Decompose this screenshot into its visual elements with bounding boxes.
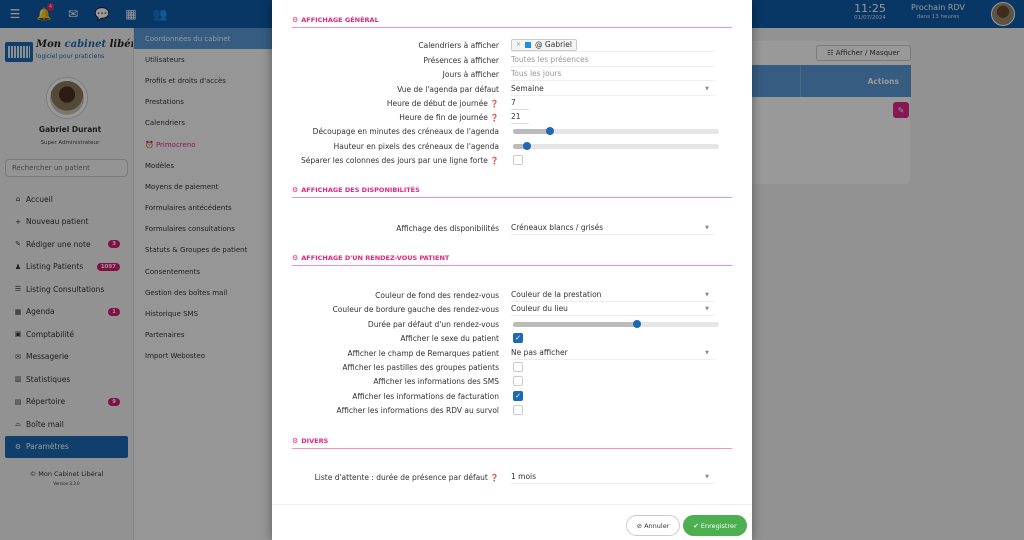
sms-checkbox[interactable]: [513, 376, 523, 386]
chevron-down-icon: ▼: [705, 349, 709, 356]
gears-icon: ⚙: [292, 253, 299, 262]
sex-label: Afficher le sexe du patient: [400, 333, 499, 343]
row-sex: Afficher le sexe du patient ✓: [272, 331, 752, 345]
end-hour-label: Heure de fin de journée ❓: [399, 112, 499, 122]
duration-label: Durée par défaut d'un rendez-vous: [367, 319, 499, 329]
calendars-select[interactable]: × @ Gabriel: [511, 38, 715, 52]
row-billing: Afficher les informations de facturation…: [272, 389, 752, 403]
calendar-color-swatch: [525, 41, 532, 48]
bg-color-select[interactable]: Couleur de la prestation ▼: [511, 288, 715, 302]
gears-icon: ⚙: [292, 15, 299, 24]
row-hover: Afficher les informations des RDV au sur…: [272, 403, 752, 417]
row-slot-height: Hauteur en pixels des créneaux de l'agen…: [272, 139, 752, 153]
row-duration: Durée par défaut d'un rendez-vous: [272, 317, 752, 331]
remove-tag-icon[interactable]: ×: [516, 41, 521, 48]
row-end-hour: Heure de fin de journée ❓ 21: [272, 110, 752, 124]
slot-height-label: Hauteur en pixels des créneaux de l'agen…: [333, 141, 499, 151]
agenda-settings-modal: ⚙ AFFICHAGE GÉNÉRAL Calendriers à affiche…: [272, 0, 752, 540]
billing-checkbox[interactable]: ✓: [513, 391, 523, 401]
chevron-down-icon: ▼: [705, 291, 709, 298]
sex-checkbox[interactable]: ✓: [513, 333, 523, 343]
section-dispo: ⚙ AFFICHAGE DES DISPONIBILITÉS: [292, 182, 732, 198]
row-days: Jours à afficher Tous les jours: [272, 67, 752, 81]
dispo-select[interactable]: Créneaux blancs / grisés ▼: [511, 221, 715, 235]
remarks-select[interactable]: Ne pas afficher ▼: [511, 346, 715, 360]
bg-color-label: Couleur de fond des rendez-vous: [375, 290, 499, 300]
border-color-select[interactable]: Couleur du lieu ▼: [511, 302, 715, 316]
days-select[interactable]: Tous les jours: [511, 67, 715, 81]
row-separate: Séparer les colonnes des jours par une l…: [272, 153, 752, 167]
waitlist-label: Liste d'attente : durée de présence par …: [314, 472, 499, 482]
section-rdv: ⚙ AFFICHAGE D'UN RENDEZ-VOUS PATIENT: [292, 250, 732, 266]
groups-label: Afficher les pastilles des groupes patie…: [342, 362, 499, 372]
sms-label: Afficher les informations des SMS: [373, 376, 499, 386]
hover-label: Afficher les informations des RDV au sur…: [336, 405, 499, 415]
row-slot-minutes: Découpage en minutes des créneaux de l'a…: [272, 124, 752, 138]
help-icon[interactable]: ❓: [490, 157, 499, 165]
groups-checkbox[interactable]: [513, 362, 523, 372]
slot-minutes-label: Découpage en minutes des créneaux de l'a…: [312, 126, 499, 136]
row-bg-color: Couleur de fond des rendez-vous Couleur …: [272, 288, 752, 302]
calendar-tag: × @ Gabriel: [511, 38, 577, 51]
row-dispo: Affichage des disponibilités Créneaux bl…: [272, 221, 752, 235]
calendars-label: Calendriers à afficher: [418, 40, 499, 50]
slot-height-slider[interactable]: [513, 141, 719, 150]
border-color-label: Couleur de bordure gauche des rendez-vou…: [332, 304, 499, 314]
hover-checkbox[interactable]: [513, 405, 523, 415]
row-presences: Présences à afficher Toutes les présence…: [272, 53, 752, 67]
row-border-color: Couleur de bordure gauche des rendez-vou…: [272, 302, 752, 316]
save-button[interactable]: ✔ Enregistrer: [683, 515, 747, 536]
cancel-button[interactable]: ⊘ Annuler: [626, 515, 680, 536]
row-calendars: Calendriers à afficher × @ Gabriel: [272, 38, 752, 52]
days-label: Jours à afficher: [442, 69, 499, 79]
dispo-label: Affichage des disponibilités: [396, 223, 499, 233]
slider-thumb[interactable]: [546, 126, 555, 135]
presences-select[interactable]: Toutes les présences: [511, 53, 715, 67]
gears-icon: ⚙: [292, 436, 299, 445]
help-icon[interactable]: ❓: [490, 114, 499, 122]
gears-icon: ⚙: [292, 185, 299, 194]
section-general: ⚙ AFFICHAGE GÉNÉRAL: [292, 12, 732, 28]
billing-label: Afficher les informations de facturation: [352, 391, 499, 401]
row-start-hour: Heure de début de journée ❓ 7: [272, 96, 752, 110]
presences-label: Présences à afficher: [423, 55, 499, 65]
remarks-label: Afficher le champ de Remarques patient: [347, 348, 499, 358]
end-hour-input[interactable]: 21: [511, 110, 529, 124]
separate-label: Séparer les colonnes des jours par une l…: [301, 155, 499, 165]
section-divers: ⚙ DIVERS: [292, 433, 732, 449]
row-view: Vue de l'agenda par défaut Semaine ▼: [272, 82, 752, 96]
waitlist-select[interactable]: 1 mois ▼: [511, 470, 715, 484]
help-icon[interactable]: ❓: [490, 474, 499, 482]
slot-minutes-slider[interactable]: [513, 126, 719, 135]
row-remarks: Afficher le champ de Remarques patient N…: [272, 346, 752, 360]
duration-slider[interactable]: [513, 319, 719, 328]
row-sms: Afficher les informations des SMS: [272, 374, 752, 388]
help-icon[interactable]: ❓: [490, 100, 499, 108]
view-label: Vue de l'agenda par défaut: [397, 84, 499, 94]
chevron-down-icon: ▼: [705, 305, 709, 312]
chevron-down-icon: ▼: [705, 224, 709, 231]
modal-footer: ⊘ Annuler ✔ Enregistrer: [272, 504, 752, 540]
slider-thumb[interactable]: [632, 319, 641, 328]
start-hour-label: Heure de début de journée ❓: [386, 98, 499, 108]
start-hour-input[interactable]: 7: [511, 96, 529, 110]
view-select[interactable]: Semaine ▼: [511, 82, 715, 96]
slider-thumb[interactable]: [523, 141, 532, 150]
row-waitlist: Liste d'attente : durée de présence par …: [272, 470, 752, 484]
row-groups: Afficher les pastilles des groupes patie…: [272, 360, 752, 374]
chevron-down-icon: ▼: [705, 473, 709, 480]
separate-checkbox[interactable]: [513, 155, 523, 165]
chevron-down-icon: ▼: [705, 85, 709, 92]
